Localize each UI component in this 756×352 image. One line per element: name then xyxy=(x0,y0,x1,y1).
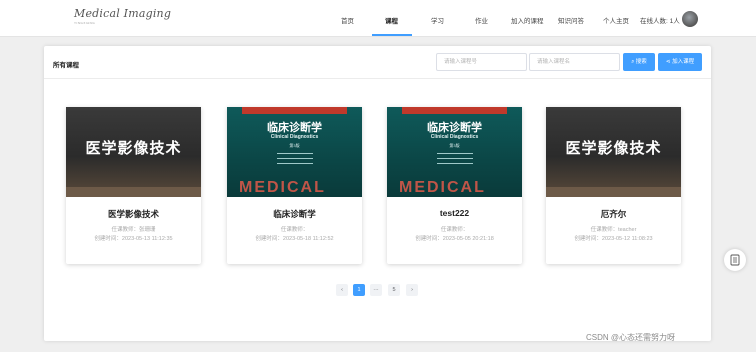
nav-joined-courses[interactable]: 加入的课程 xyxy=(511,15,544,25)
nav-home[interactable]: 首页 xyxy=(341,15,354,25)
cover-edition: 第3版 xyxy=(449,143,460,148)
cover-author-lines xyxy=(437,153,473,168)
page-button-current[interactable]: 1 xyxy=(353,284,365,296)
prev-page-button[interactable]: ‹ xyxy=(336,284,348,296)
avatar[interactable] xyxy=(682,11,698,27)
active-tab-indicator xyxy=(372,34,412,36)
page-title: 所有课程 xyxy=(53,62,79,69)
course-created-time: 创建时间：2023-05-12 11:08:23 xyxy=(574,236,653,242)
nav-qa[interactable]: 知识问答 xyxy=(558,15,584,25)
course-card[interactable]: 临床诊断学 Clinical Diagnostics 第3版 MEDICAL 临… xyxy=(227,107,362,264)
course-created-time: 创建时间：2023-05-13 11:12:35 xyxy=(94,236,173,242)
cover-title: 临床诊断学 xyxy=(267,122,322,134)
nav-homework[interactable]: 作业 xyxy=(475,15,488,25)
course-name-input[interactable]: 请输入课程名 xyxy=(529,53,620,71)
course-teacher: 任课教师：teacher xyxy=(590,227,637,233)
course-cover-image: 医学影像技术 xyxy=(66,107,201,197)
course-name: 医学影像技术 xyxy=(107,209,159,219)
cover-shelf xyxy=(66,187,201,197)
course-name: 厄齐尔 xyxy=(600,209,627,219)
watermark: CSDN @心态还需努力呀 xyxy=(586,333,676,342)
all-courses-panel: 所有课程 请输入课程号 请输入课程名 ⌕ 搜索 ⋖ 加入课程 医学影像技术 医学… xyxy=(44,46,711,341)
cover-top-band xyxy=(402,107,507,114)
course-name: 临床诊断学 xyxy=(273,209,316,219)
course-card[interactable]: 医学影像技术 医学影像技术 任课教师：张珊珊 创建时间：2023-05-13 1… xyxy=(66,107,201,264)
floating-menu-button[interactable] xyxy=(724,249,746,271)
course-cover-image: 医学影像技术 xyxy=(546,107,681,197)
course-created-time: 创建时间：2023-05-05 20:21:18 xyxy=(415,236,494,242)
logo-text: Medical Imaging xyxy=(74,7,172,20)
course-cover-image: 临床诊断学 Clinical Diagnostics 第3版 MEDICAL xyxy=(387,107,522,197)
next-page-button[interactable]: › xyxy=(406,284,418,296)
cover-author-lines xyxy=(277,153,313,168)
cover-shelf xyxy=(546,187,681,197)
cover-title: 临床诊断学 xyxy=(427,122,482,134)
nav-profile[interactable]: 个人主页 xyxy=(603,15,629,25)
cover-title: 医学影像技术 xyxy=(565,139,662,157)
search-button[interactable]: ⌕ 搜索 xyxy=(623,53,655,71)
cover-subtitle: Clinical Diagnostics xyxy=(270,134,319,140)
page-ellipsis[interactable]: ··· xyxy=(370,284,382,296)
cover-title: 医学影像技术 xyxy=(85,139,182,157)
course-created-time: 创建时间：2023-05-18 11:12:52 xyxy=(255,236,334,242)
course-cover-image: 临床诊断学 Clinical Diagnostics 第3版 MEDICAL xyxy=(227,107,362,197)
page-button-last[interactable]: 5 xyxy=(388,284,400,296)
cover-bottom-text: MEDICAL xyxy=(239,179,326,196)
logo[interactable]: Medical Imaging YINGXIANG xyxy=(74,7,172,29)
course-teacher: 任课教师：张珊珊 xyxy=(111,227,156,233)
course-name: test222 xyxy=(439,208,470,218)
logo-subtext: YINGXIANG xyxy=(74,21,96,25)
course-teacher: 任课教师： xyxy=(280,227,309,233)
cover-subtitle: Clinical Diagnostics xyxy=(430,134,479,140)
online-count: 在线人数: 1人 xyxy=(640,18,680,25)
search-button-label: 搜索 xyxy=(635,59,647,65)
course-code-input[interactable]: 请输入课程号 xyxy=(436,53,527,71)
join-course-button[interactable]: ⋖ 加入课程 xyxy=(658,53,702,71)
join-course-button-label: 加入课程 xyxy=(672,59,695,65)
cover-bottom-text: MEDICAL xyxy=(399,179,486,196)
nav-courses[interactable]: 课程 xyxy=(385,15,398,25)
top-nav-bar: Medical Imaging YINGXIANG 首页 课程 学习 作业 加入… xyxy=(0,0,756,37)
document-icon xyxy=(730,254,740,266)
nav-study[interactable]: 学习 xyxy=(431,15,444,25)
divider xyxy=(44,78,711,79)
course-card[interactable]: 临床诊断学 Clinical Diagnostics 第3版 MEDICAL t… xyxy=(387,107,522,264)
course-teacher: 任课教师： xyxy=(440,227,469,233)
cover-edition: 第3版 xyxy=(289,143,300,148)
course-card[interactable]: 医学影像技术 厄齐尔 任课教师：teacher 创建时间：2023-05-12 … xyxy=(546,107,681,264)
cover-top-band xyxy=(242,107,347,114)
